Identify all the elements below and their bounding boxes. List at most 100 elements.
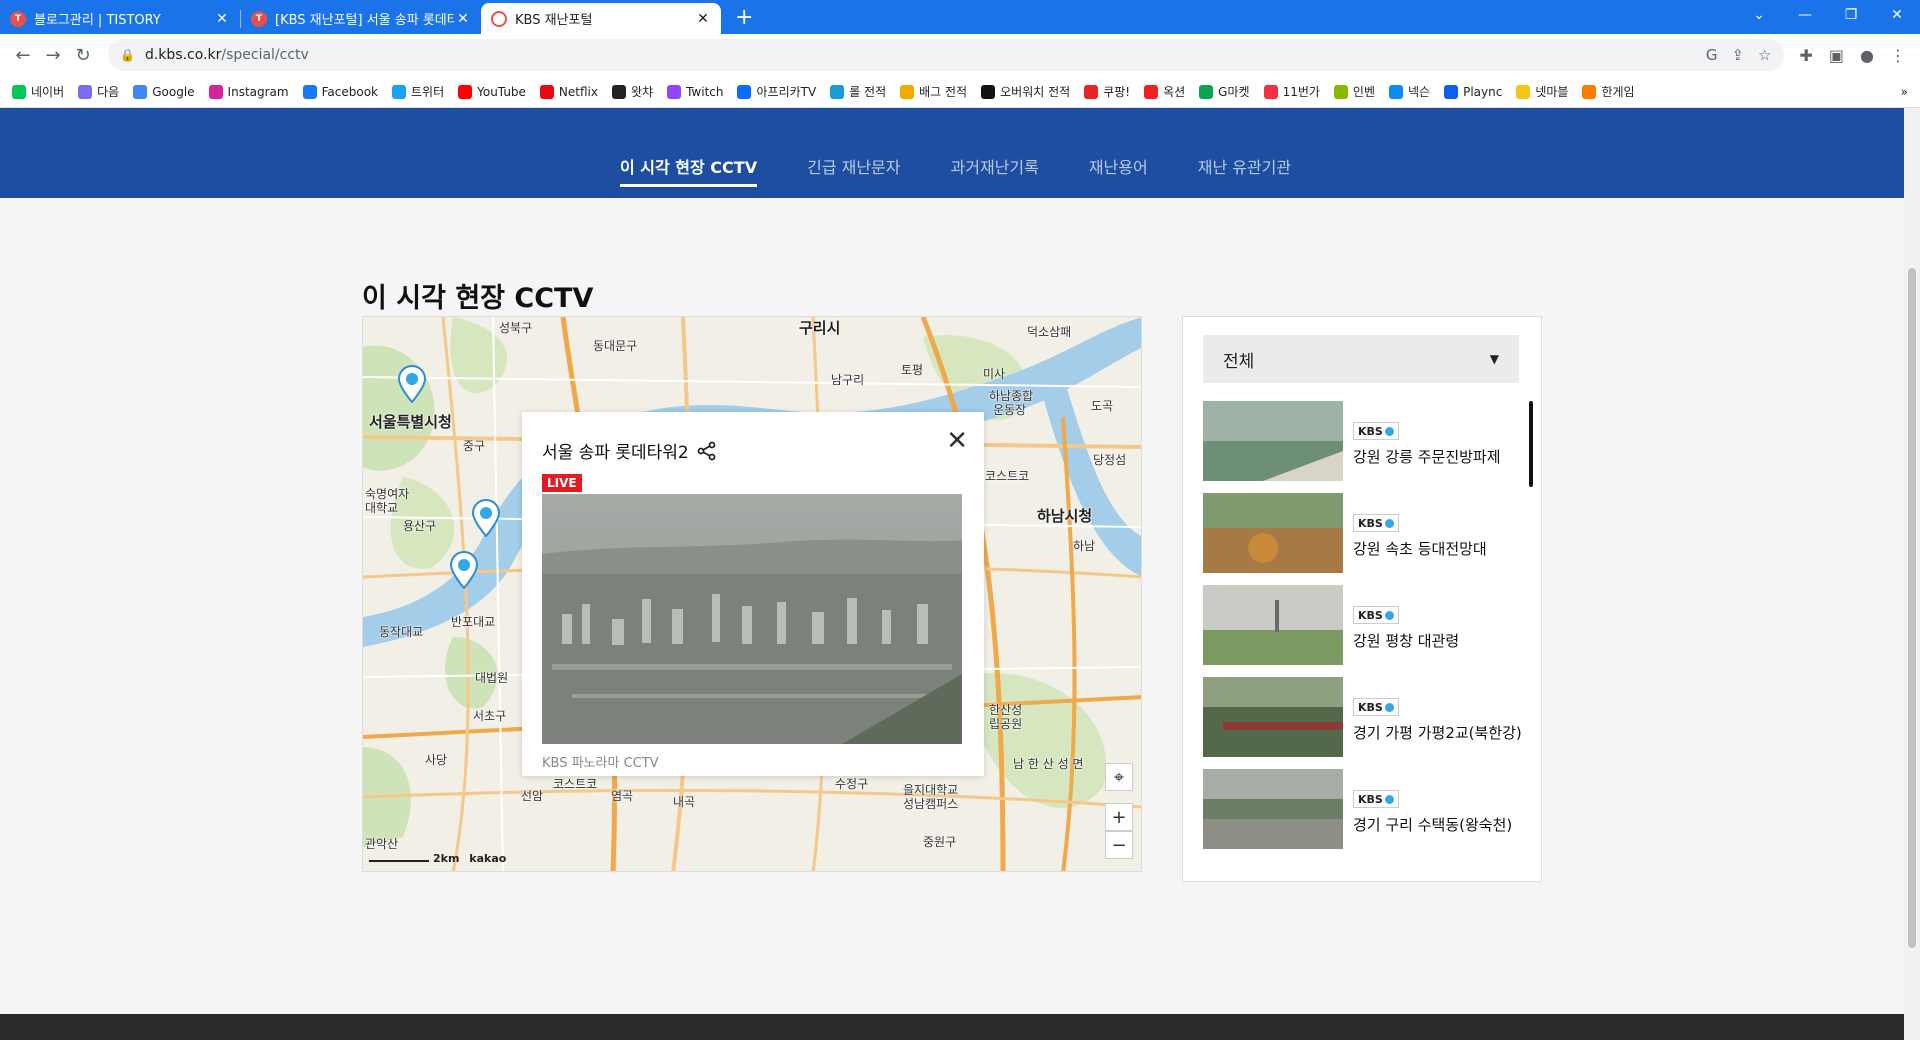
bookmark-label: 다음 xyxy=(97,85,120,99)
bookmark-item[interactable]: Facebook xyxy=(302,84,378,99)
bookmark-item[interactable]: Netflix xyxy=(539,84,598,99)
bookmark-favicon-icon xyxy=(667,84,682,99)
side-panel-icon[interactable]: ▣ xyxy=(1829,46,1844,65)
bookmark-star-icon[interactable]: ☆ xyxy=(1758,46,1771,64)
bookmark-item[interactable]: 배그 전적 xyxy=(900,83,967,100)
bookmark-item[interactable]: 네이버 xyxy=(12,83,64,100)
cctv-list[interactable]: KBS 강원 강릉 주문진방파제 KBS 강원 속초 등대전망대 KBS 강원 평창 … xyxy=(1203,401,1527,861)
nav-tab-glossary[interactable]: 재난용어 xyxy=(1089,154,1148,187)
bookmark-item[interactable]: Instagram xyxy=(208,84,289,99)
close-window-button[interactable]: ✕ xyxy=(1874,0,1920,30)
cctv-name: 강원 강릉 주문진방파제 xyxy=(1353,447,1501,466)
thumbnail xyxy=(1203,585,1343,665)
page-title: 이 시각 현장 CCTV xyxy=(362,283,594,314)
page-content: 이 시각 현장 CCTV 긴급 재난문자 과거재난기록 재난용어 재난 유관기관… xyxy=(0,108,1904,1040)
scrollbar-thumb[interactable] xyxy=(1908,268,1916,948)
nav-tab-history[interactable]: 과거재난기록 xyxy=(951,154,1039,187)
profile-icon[interactable]: ● xyxy=(1860,46,1874,65)
badge-text: KBS xyxy=(1358,424,1383,438)
kbs-badge: KBS xyxy=(1353,790,1399,808)
bookmark-item[interactable]: 롤 전적 xyxy=(830,83,886,100)
share-icon[interactable] xyxy=(697,441,717,461)
section-nav: 이 시각 현장 CCTV 긴급 재난문자 과거재난기록 재난용어 재난 유관기관 xyxy=(620,154,1291,187)
map-label: 중구 xyxy=(463,439,486,453)
kbs-badge: KBS xyxy=(1353,698,1399,716)
bookmark-favicon-icon xyxy=(611,84,626,99)
zoom-out-button[interactable]: − xyxy=(1105,831,1133,859)
back-icon[interactable]: ← xyxy=(8,45,38,66)
bookmark-favicon-icon xyxy=(12,84,26,99)
bookmark-item[interactable]: 옥션 xyxy=(1144,83,1185,100)
region-filter-select[interactable]: 전체 ▼ xyxy=(1203,335,1519,383)
bookmark-item[interactable]: Plaync xyxy=(1444,84,1502,99)
minimize-button[interactable]: — xyxy=(1782,0,1828,30)
bookmark-item[interactable]: 오버워치 전적 xyxy=(981,83,1070,100)
menu-icon[interactable]: ⋮ xyxy=(1890,46,1906,65)
reload-icon[interactable]: ↻ xyxy=(68,45,98,66)
map-label: 토평 xyxy=(901,363,924,377)
bookmark-item[interactable]: Google xyxy=(133,84,195,99)
tab-close-icon[interactable]: ✕ xyxy=(455,11,471,27)
list-item[interactable]: KBS 강원 속초 등대전망대 xyxy=(1203,493,1527,573)
cctv-video[interactable] xyxy=(542,494,962,744)
bookmark-item[interactable]: 아프리카TV xyxy=(737,83,816,100)
bookmark-item[interactable]: 넥슨 xyxy=(1389,83,1430,100)
nav-tab-alerts[interactable]: 긴급 재난문자 xyxy=(807,154,900,187)
address-bar[interactable]: 🔒 d.kbs.co.kr/special/cctv G ⇪ ☆ xyxy=(108,39,1784,71)
map-label: 남 한 산 성 면 xyxy=(1013,757,1084,771)
bookmark-item[interactable]: Twitch xyxy=(667,84,723,99)
google-lens-icon[interactable]: G xyxy=(1706,46,1718,64)
list-item[interactable]: KBS 경기 구리 수택동(왕숙천) xyxy=(1203,769,1527,849)
tab-close-icon[interactable]: ✕ xyxy=(214,11,230,27)
bookmark-favicon-icon xyxy=(133,84,148,99)
my-location-button[interactable]: ⌖ xyxy=(1105,763,1133,791)
cctv-pin-icon[interactable] xyxy=(397,365,427,403)
bookmark-item[interactable]: 왓챠 xyxy=(611,83,654,100)
cctv-pin-icon[interactable] xyxy=(449,551,479,589)
bookmark-label: 왓챠 xyxy=(630,85,654,99)
bookmark-favicon-icon xyxy=(1263,84,1278,99)
bookmark-favicon-icon xyxy=(302,84,317,99)
new-tab-button[interactable]: + xyxy=(721,5,767,34)
map-label: 성북구 xyxy=(499,321,533,335)
restore-button[interactable]: ❐ xyxy=(1828,0,1874,30)
close-icon[interactable]: ✕ xyxy=(946,428,968,454)
tab-search-icon[interactable]: ⌄ xyxy=(1736,0,1782,30)
bookmark-item[interactable]: 인벤 xyxy=(1333,83,1375,100)
bookmarks-overflow-icon[interactable]: » xyxy=(1901,85,1908,99)
site-footer xyxy=(0,1014,1904,1040)
bookmark-item[interactable]: 한게임 xyxy=(1582,83,1635,100)
map-label: 하남 xyxy=(1073,539,1096,553)
page-scrollbar[interactable] xyxy=(1904,108,1920,1040)
extensions-icon[interactable]: ✚ xyxy=(1800,46,1813,65)
browser-tab-active[interactable]: KBS 재난포털 ✕ xyxy=(481,3,721,34)
lock-icon[interactable]: 🔒 xyxy=(120,48,135,62)
nav-tab-cctv[interactable]: 이 시각 현장 CCTV xyxy=(620,154,758,187)
hero-banner: 이 시각 현장 CCTV 긴급 재난문자 과거재난기록 재난용어 재난 유관기관 xyxy=(0,108,1904,198)
forward-icon[interactable]: → xyxy=(38,45,68,66)
share-page-icon[interactable]: ⇪ xyxy=(1731,46,1744,64)
nav-tab-agencies[interactable]: 재난 유관기관 xyxy=(1198,154,1291,187)
bookmark-item[interactable]: 쿠팡! xyxy=(1084,83,1130,100)
bookmark-item[interactable]: 트위터 xyxy=(392,83,444,100)
map-label: 남구리 xyxy=(831,373,865,387)
bookmark-item[interactable]: 넷마블 xyxy=(1516,83,1568,100)
bookmark-item[interactable]: G마켓 xyxy=(1199,83,1250,100)
cctv-pin-icon[interactable] xyxy=(471,499,501,537)
bookmark-item[interactable]: 다음 xyxy=(78,83,119,100)
list-scrollbar[interactable] xyxy=(1529,401,1533,487)
address-toolbar: ← → ↻ 🔒 d.kbs.co.kr/special/cctv G ⇪ ☆ ✚… xyxy=(0,34,1920,76)
bookmark-item[interactable]: YouTube xyxy=(458,84,526,99)
list-item[interactable]: KBS 강원 평창 대관령 xyxy=(1203,585,1527,665)
list-item[interactable]: KBS 경기 가평 가평2교(북한강) xyxy=(1203,677,1527,757)
browser-tab[interactable]: T 블로그관리 | TISTORY ✕ xyxy=(0,3,240,34)
browser-tab[interactable]: T [KBS 재난포털] 서울 송파 롯데타 ✕ xyxy=(241,3,481,34)
bookmark-item[interactable]: 11번가 xyxy=(1263,83,1320,100)
zoom-in-button[interactable]: + xyxy=(1105,803,1133,831)
bookmark-label: Instagram xyxy=(227,84,289,99)
bookmark-label: 옥션 xyxy=(1163,85,1186,99)
map-label: 코스트코 xyxy=(553,777,598,791)
list-item[interactable]: KBS 강원 강릉 주문진방파제 xyxy=(1203,401,1527,481)
map-label: 덕소삼패 xyxy=(1027,325,1072,339)
tab-close-icon[interactable]: ✕ xyxy=(695,11,711,27)
